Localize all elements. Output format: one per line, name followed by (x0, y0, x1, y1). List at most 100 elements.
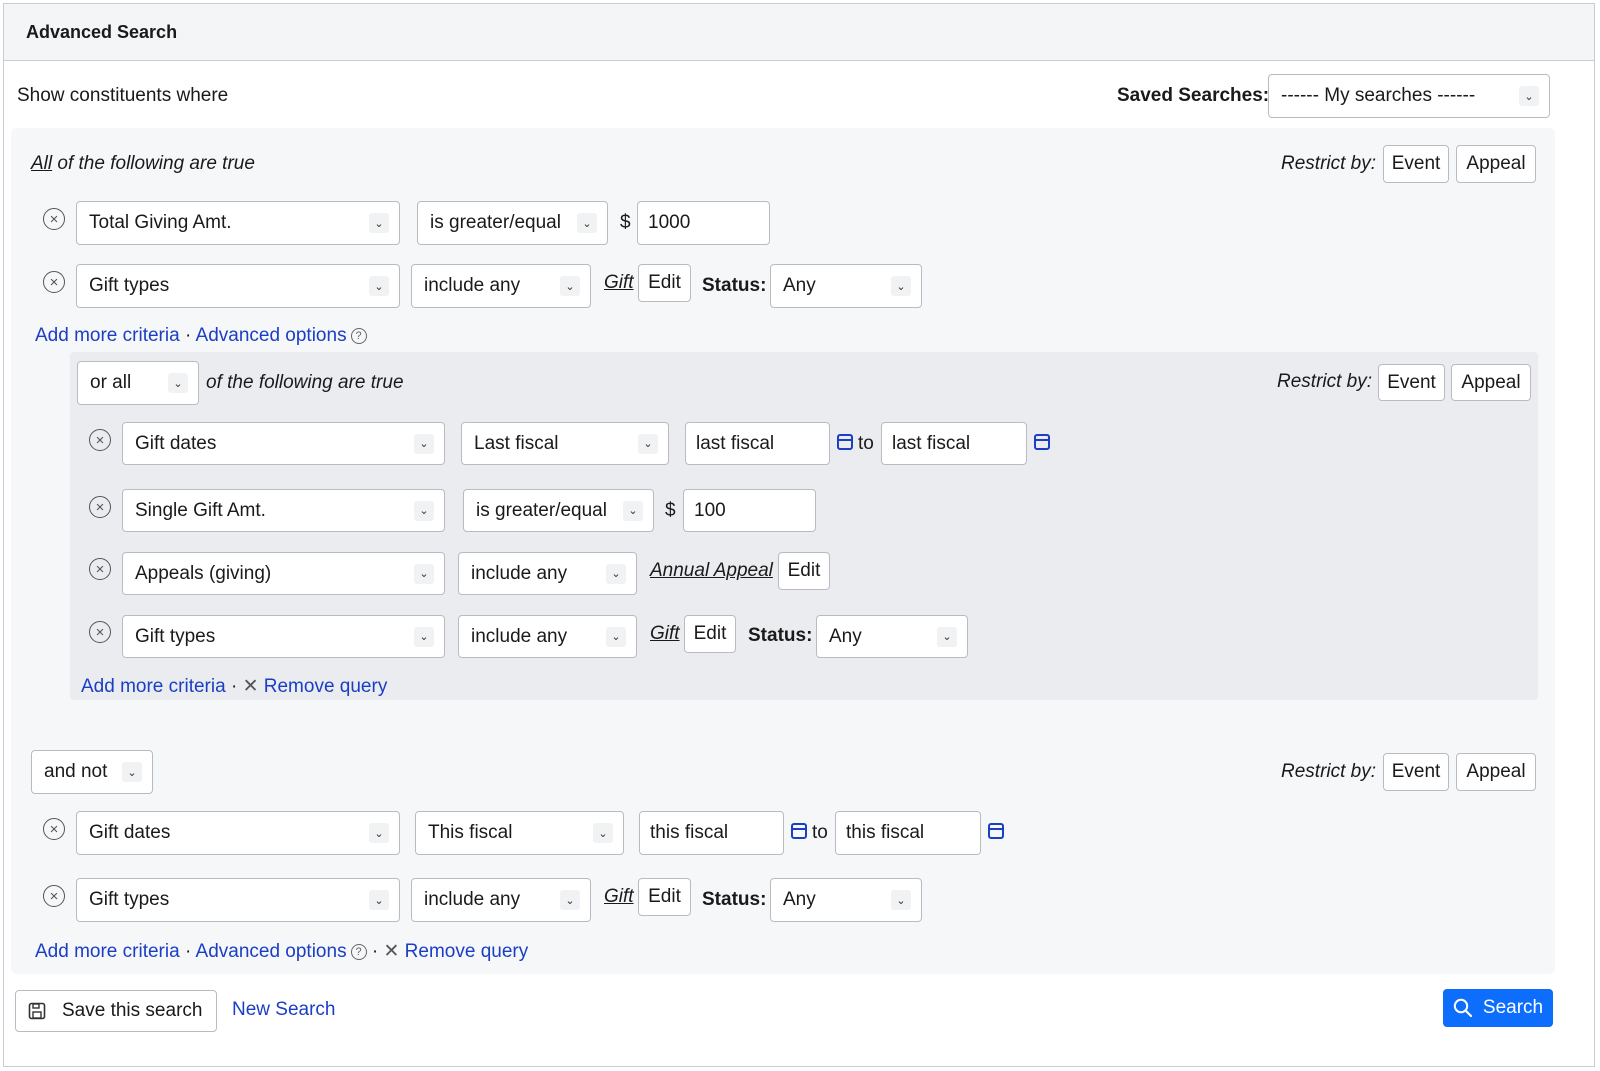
chevron-down-icon: ⌄ (414, 433, 434, 454)
edit-button[interactable]: Edit (638, 878, 691, 916)
criteria-field-select[interactable]: Gift types ⌄ (76, 264, 400, 308)
criteria-operator-select[interactable]: include any ⌄ (458, 552, 637, 595)
restrict-event-button[interactable]: Event (1378, 364, 1445, 401)
appeal-link[interactable]: Annual Appeal (650, 560, 773, 582)
restrict-by-label: Restrict by: (1277, 371, 1373, 392)
status-select[interactable]: Any ⌄ (770, 878, 922, 922)
save-icon (28, 1002, 46, 1020)
remove-criteria-icon[interactable]: × (89, 429, 111, 451)
chevron-down-icon: ⌄ (606, 626, 626, 647)
restrict-appeal-button[interactable]: Appeal (1451, 364, 1531, 401)
group-combinator-select[interactable]: or all ⌄ (77, 361, 199, 405)
remove-query-link[interactable]: ✕ Remove query (383, 941, 528, 962)
status-select[interactable]: Any ⌄ (816, 615, 968, 658)
panel-title: Advanced Search (26, 22, 178, 42)
date-to-input[interactable]: this fiscal (835, 811, 981, 855)
advanced-options-link[interactable]: Advanced options (196, 941, 347, 962)
criteria-field-select[interactable]: Gift dates ⌄ (122, 422, 445, 465)
chevron-down-icon: ⌄ (577, 213, 597, 233)
chevron-down-icon: ⌄ (560, 890, 580, 910)
remove-criteria-icon[interactable]: × (43, 885, 65, 907)
close-icon: ✕ (383, 941, 400, 962)
criteria-operator-select[interactable]: Last fiscal ⌄ (461, 422, 669, 465)
to-label: to (812, 822, 828, 843)
help-icon[interactable]: ? (350, 327, 367, 344)
chevron-down-icon: ⌄ (369, 823, 389, 843)
chevron-down-icon: ⌄ (593, 823, 613, 843)
chevron-down-icon: ⌄ (369, 213, 389, 233)
remove-criteria-icon[interactable]: × (89, 621, 111, 643)
date-from-input[interactable]: this fiscal (639, 811, 784, 855)
help-icon[interactable]: ? (350, 943, 367, 960)
criteria-operator-select[interactable]: include any ⌄ (458, 615, 637, 658)
chevron-down-icon: ⌄ (122, 762, 142, 782)
criteria-field-select[interactable]: Single Gift Amt. ⌄ (122, 489, 445, 532)
saved-searches-label: Saved Searches: (1117, 85, 1270, 106)
chevron-down-icon: ⌄ (937, 626, 957, 647)
add-more-criteria-link[interactable]: Add more criteria (81, 676, 226, 697)
edit-button[interactable]: Edit (638, 264, 691, 302)
new-search-link[interactable]: New Search (232, 999, 336, 1021)
gift-type-link[interactable]: Gift (650, 623, 680, 645)
remove-criteria-icon[interactable]: × (43, 271, 65, 293)
status-label: Status: (702, 889, 767, 910)
criteria-operator-select[interactable]: include any ⌄ (411, 264, 591, 308)
chevron-down-icon: ⌄ (414, 563, 434, 584)
restrict-appeal-button[interactable]: Appeal (1456, 753, 1536, 791)
remove-criteria-icon[interactable]: × (43, 208, 65, 230)
panel-header: Advanced Search (4, 4, 1594, 61)
edit-button[interactable]: Edit (684, 615, 736, 653)
intro-text: Show constituents where (17, 85, 229, 106)
currency-symbol: $ (665, 500, 676, 521)
edit-button[interactable]: Edit (778, 552, 830, 590)
criteria-operator-select[interactable]: This fiscal ⌄ (415, 811, 624, 855)
calendar-icon[interactable] (1034, 434, 1050, 450)
chevron-down-icon: ⌄ (891, 276, 911, 296)
status-select[interactable]: Any ⌄ (770, 264, 922, 308)
remove-criteria-icon[interactable]: × (89, 496, 111, 518)
search-button[interactable]: Search (1443, 989, 1553, 1027)
criteria-operator-select[interactable]: is greater/equal ⌄ (417, 201, 608, 245)
to-label: to (858, 433, 874, 454)
currency-symbol: $ (620, 212, 631, 233)
criteria-field-select[interactable]: Appeals (giving) ⌄ (122, 552, 445, 595)
amount-input[interactable]: 100 (683, 489, 816, 532)
restrict-event-button[interactable]: Event (1383, 753, 1449, 791)
advanced-options-link[interactable]: Advanced options (196, 325, 347, 346)
chevron-down-icon: ⌄ (1519, 86, 1539, 106)
date-to-input[interactable]: last fiscal (881, 422, 1027, 465)
chevron-down-icon: ⌄ (414, 626, 434, 647)
calendar-icon[interactable] (988, 823, 1004, 839)
add-more-criteria-link[interactable]: Add more criteria (35, 941, 180, 962)
gift-type-link[interactable]: Gift (604, 886, 634, 908)
criteria-operator-select[interactable]: is greater/equal ⌄ (463, 489, 654, 532)
remove-criteria-icon[interactable]: × (43, 818, 65, 840)
saved-searches-select[interactable]: ------ My searches ------ ⌄ (1268, 74, 1550, 118)
restrict-appeal-button[interactable]: Appeal (1456, 145, 1536, 183)
criteria-field-select[interactable]: Gift dates ⌄ (76, 811, 400, 855)
date-from-input[interactable]: last fiscal (685, 422, 830, 465)
group-heading: All of the following are true (31, 153, 255, 174)
criteria-field-select[interactable]: Gift types ⌄ (76, 878, 400, 922)
criteria-operator-select[interactable]: include any ⌄ (411, 878, 591, 922)
restrict-by-label: Restrict by: (1281, 153, 1377, 174)
all-toggle[interactable]: All (31, 153, 52, 174)
criteria-field-select[interactable]: Total Giving Amt. ⌄ (76, 201, 400, 245)
chevron-down-icon: ⌄ (623, 500, 643, 521)
status-label: Status: (748, 625, 813, 646)
gift-type-link[interactable]: Gift (604, 272, 634, 294)
restrict-by-label: Restrict by: (1281, 761, 1377, 782)
save-search-button[interactable]: Save this search (15, 990, 217, 1032)
group-combinator-select[interactable]: and not ⌄ (31, 750, 153, 794)
calendar-icon[interactable] (837, 434, 853, 450)
calendar-icon[interactable] (791, 823, 807, 839)
group-heading: of the following are true (206, 372, 404, 393)
close-icon: ✕ (242, 676, 259, 697)
amount-input[interactable]: 1000 (637, 201, 770, 245)
remove-criteria-icon[interactable]: × (89, 558, 111, 580)
add-more-criteria-link[interactable]: Add more criteria (35, 325, 180, 346)
criteria-field-select[interactable]: Gift types ⌄ (122, 615, 445, 658)
restrict-event-button[interactable]: Event (1383, 145, 1449, 183)
remove-query-link[interactable]: ✕ Remove query (243, 676, 388, 697)
chevron-down-icon: ⌄ (891, 890, 911, 910)
